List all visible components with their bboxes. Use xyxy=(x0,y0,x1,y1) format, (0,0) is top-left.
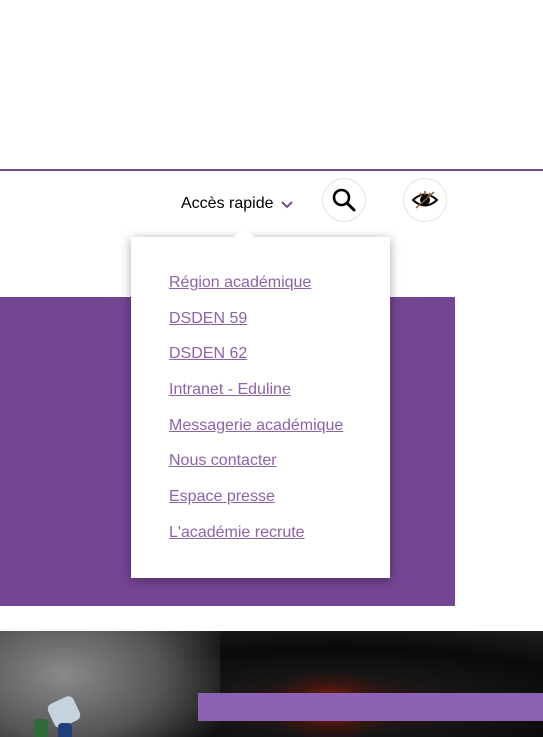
link-espace-presse[interactable]: Espace presse xyxy=(169,487,275,507)
link-dsden-59[interactable]: DSDEN 59 xyxy=(169,309,247,329)
link-region-academique[interactable]: Région académique xyxy=(169,273,311,293)
quick-access-toggle[interactable]: Accès rapide xyxy=(181,192,294,216)
eye-icon xyxy=(411,191,439,209)
hero-object xyxy=(34,719,48,737)
list-item: Intranet - Eduline xyxy=(169,380,343,416)
quick-access-dropdown: Région académique DSDEN 59 DSDEN 62 Intr… xyxy=(131,237,390,578)
link-dsden-62[interactable]: DSDEN 62 xyxy=(169,344,247,364)
list-item: Messagerie académique xyxy=(169,416,343,452)
chevron-down-icon xyxy=(280,201,293,209)
hero-caption-bar xyxy=(198,693,543,721)
list-item: Nous contacter xyxy=(169,451,343,487)
list-item: Espace presse xyxy=(169,487,343,523)
list-item: L'académie recrute xyxy=(169,523,343,559)
hero-object xyxy=(58,723,72,737)
hero-image xyxy=(0,631,543,737)
hero-blur xyxy=(0,631,220,737)
search-icon xyxy=(332,188,356,212)
quick-access-list: Région académique DSDEN 59 DSDEN 62 Intr… xyxy=(169,273,343,559)
link-messagerie-academique[interactable]: Messagerie académique xyxy=(169,416,343,436)
accessibility-button[interactable] xyxy=(403,178,447,222)
list-item: Région académique xyxy=(169,273,343,309)
dropdown-arrow xyxy=(234,227,254,237)
quick-access-label: Accès rapide xyxy=(181,195,274,212)
header-divider xyxy=(0,169,543,171)
link-intranet-eduline[interactable]: Intranet - Eduline xyxy=(169,380,291,400)
link-nous-contacter[interactable]: Nous contacter xyxy=(169,451,277,471)
list-item: DSDEN 59 xyxy=(169,309,343,345)
link-academie-recrute[interactable]: L'académie recrute xyxy=(169,523,305,543)
list-item: DSDEN 62 xyxy=(169,344,343,380)
search-button[interactable] xyxy=(322,178,366,222)
